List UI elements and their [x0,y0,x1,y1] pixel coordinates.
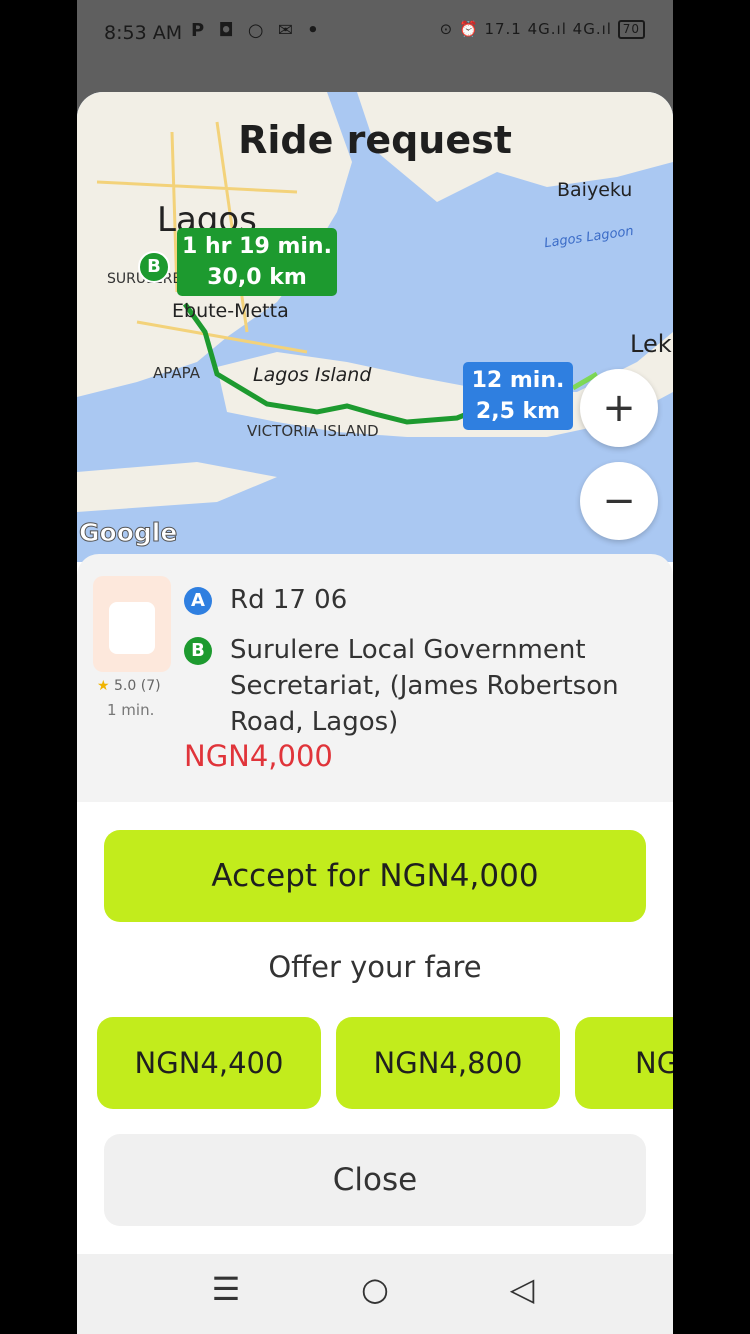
map-label-baiyeku: Baiyeku [557,179,633,201]
accept-button[interactable]: Accept for NGN4,000 [104,830,646,922]
offer-button-3[interactable]: NGN5,200 [575,1017,673,1109]
google-logo: Google [78,518,178,548]
request-details: ★ 5.0 (7) 1 min. A Rd 17 06 B Surulere L… [77,554,673,802]
pickup-address: Rd 17 06 [230,585,348,615]
offer-button-1[interactable]: NGN4,400 [97,1017,321,1109]
status-bar: 8:53 AM P ◘ ○ ✉ • ⊙ ⏰ 17.1 4G.ıl 4G.ıl 7… [77,0,673,68]
rating-value: 5.0 (7) [114,678,161,694]
avatar [93,576,171,672]
system-nav-bar: ☰ ○ ◁ [77,1254,673,1334]
rider-rating: ★ 5.0 (7) [97,678,161,694]
route-map[interactable]: Ride request Lagos SURULERE Ebute-Metta … [77,92,673,562]
signal-icons: ⊙ ⏰ 17.1 4G.ıl 4G.ıl [439,20,612,38]
status-time: 8:53 AM [104,22,183,44]
zoom-in-button[interactable]: + [580,369,658,447]
status-icons: ⊙ ⏰ 17.1 4G.ıl 4G.ıl 70 [440,20,645,39]
home-icon[interactable]: ○ [350,1270,400,1308]
pickup-marker-icon: A [184,587,212,615]
close-button[interactable]: Close [104,1134,646,1226]
phone-screen: 8:53 AM P ◘ ○ ✉ • ⊙ ⏰ 17.1 4G.ıl 4G.ıl 7… [77,0,673,1334]
star-icon: ★ [97,678,110,694]
route-long-bubble: 1 hr 19 min. 30,0 km [177,228,337,296]
map-label-victoria-island: VICTORIA ISLAND [247,422,379,440]
offer-button-2[interactable]: NGN4,800 [336,1017,560,1109]
menu-icon[interactable]: ☰ [201,1270,251,1308]
map-label-lagos-island: Lagos Island [253,364,372,386]
map-label-ebute-metta: Ebute-Metta [172,300,289,322]
offer-fare-label: Offer your fare [268,950,482,984]
battery-icon: 70 [617,20,645,39]
route-long-time: 1 hr 19 min. [182,234,332,259]
rider-eta: 1 min. [107,701,155,719]
back-icon[interactable]: ◁ [497,1270,547,1308]
dropoff-marker-icon: B [184,637,212,665]
dropoff-address: Surulere Local Government Secretariat, (… [230,635,619,737]
fare-offers: NGN4,400 NGN4,800 NGN5,200 [97,1017,673,1109]
route-short-distance: 2,5 km [475,399,561,424]
land-coast [77,462,277,512]
destination-marker: B [138,251,170,283]
page-title: Ride request [238,118,512,162]
route-long-distance: 30,0 km [207,265,307,290]
map-label-lekki: Lek [630,330,672,358]
ride-price: NGN4,000 [184,739,333,773]
zoom-out-button[interactable]: − [580,462,658,540]
route-short-time: 12 min. [471,368,565,393]
route-short-bubble: 12 min. 2,5 km [463,362,573,430]
ride-request-sheet: Ride request Lagos SURULERE Ebute-Metta … [77,92,673,1334]
notification-icons: P ◘ ○ ✉ • [191,20,323,41]
map-label-apapa: APAPA [153,364,200,382]
